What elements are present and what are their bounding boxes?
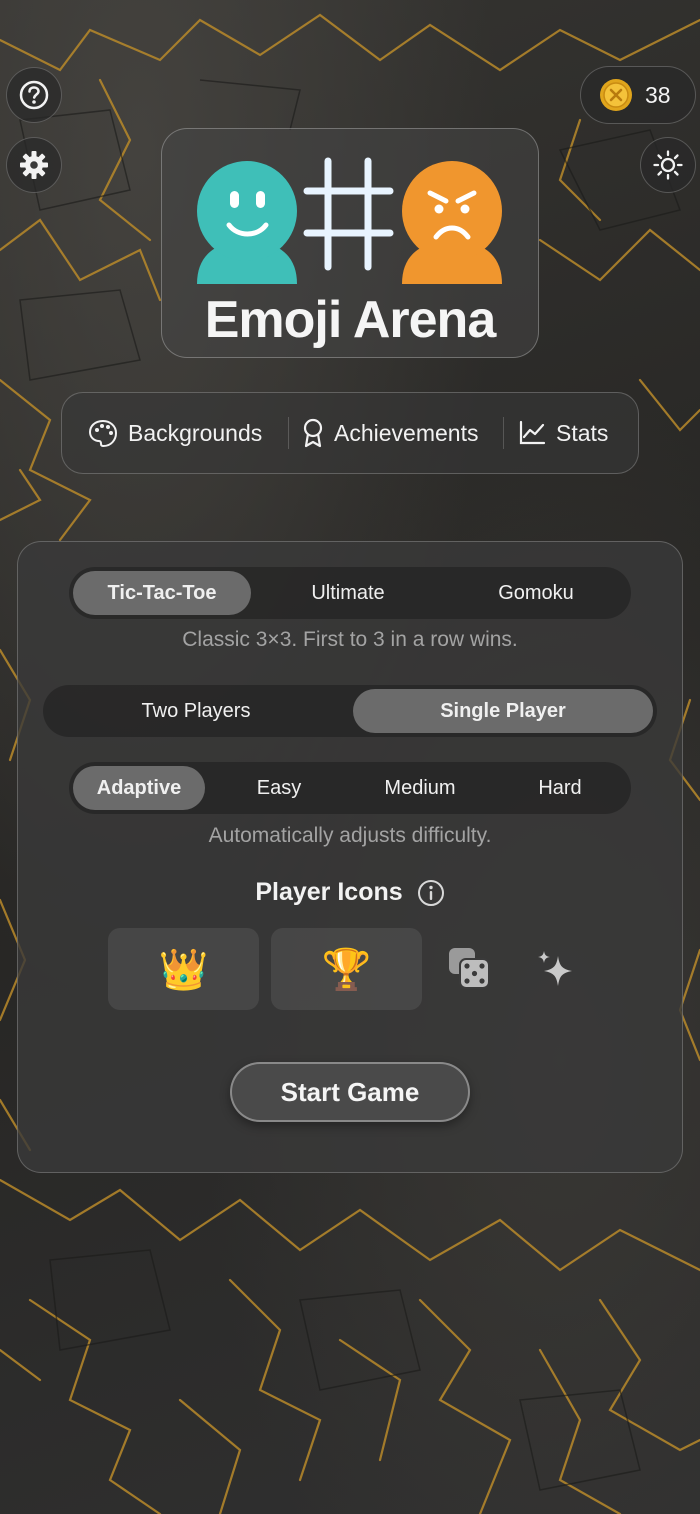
tab-two-players[interactable]: Two Players <box>47 689 345 733</box>
nav-item-achievements-label: Achievements <box>334 419 479 446</box>
nav-divider <box>288 417 289 449</box>
trophy-icon: 🏆 <box>321 947 372 992</box>
logo-graphic <box>197 157 502 284</box>
player-count-selector: Two Players Single Player <box>43 685 657 737</box>
chart-icon <box>519 420 546 445</box>
nav-item-stats[interactable]: Stats <box>518 392 608 474</box>
ribbon-icon <box>303 418 323 448</box>
angry-face-icon <box>402 161 502 284</box>
grid-icon <box>303 157 394 271</box>
tab-hard[interactable]: Hard <box>493 766 627 810</box>
player-icons-header: Player Icons <box>0 878 700 907</box>
nav-item-backgrounds-label: Backgrounds <box>128 419 263 446</box>
random-icons-button[interactable] <box>445 944 493 992</box>
settings-button[interactable] <box>6 137 62 193</box>
sun-icon <box>653 150 683 180</box>
coin-count: 38 <box>645 81 671 108</box>
coin-balance[interactable]: 38 <box>580 66 696 124</box>
player2-icon-slot[interactable]: 🏆 <box>271 928 422 1010</box>
game-mode-selector: Tic-Tac-Toe Ultimate Gomoku <box>69 567 631 619</box>
crown-icon: 👑 <box>158 947 209 992</box>
help-button[interactable] <box>6 67 62 123</box>
tab-medium[interactable]: Medium <box>351 766 489 810</box>
nav-item-stats-label: Stats <box>556 419 609 446</box>
difficulty-selector: Adaptive Easy Medium Hard <box>69 762 631 814</box>
happy-face-icon <box>197 161 297 284</box>
tab-ultimate[interactable]: Ultimate <box>255 571 441 615</box>
info-icon[interactable] <box>417 879 445 907</box>
nav-divider <box>503 417 504 449</box>
help-icon <box>19 80 49 110</box>
coin-icon <box>600 79 632 111</box>
difficulty-description: Automatically adjusts difficulty. <box>208 824 492 847</box>
nav-item-backgrounds[interactable]: Backgrounds <box>88 392 262 474</box>
tab-adaptive[interactable]: Adaptive <box>73 766 205 810</box>
sparkles-icon <box>538 951 572 986</box>
tab-gomoku[interactable]: Gomoku <box>445 571 627 615</box>
player-icons-title: Player Icons <box>255 878 403 906</box>
start-game-button[interactable]: Start Game <box>230 1062 470 1122</box>
nav-item-achievements[interactable]: Achievements <box>302 392 478 474</box>
tab-easy[interactable]: Easy <box>211 766 347 810</box>
dice-icon <box>449 948 490 989</box>
player1-icon-slot[interactable]: 👑 <box>108 928 259 1010</box>
app-title: Emoji Arena <box>204 291 497 349</box>
tab-tic-tac-toe[interactable]: Tic-Tac-Toe <box>73 571 251 615</box>
theme-toggle-button[interactable] <box>640 137 696 193</box>
gear-icon <box>20 151 48 179</box>
sparkles-button[interactable] <box>532 946 580 994</box>
palette-icon <box>88 419 118 447</box>
tab-single-player[interactable]: Single Player <box>353 689 653 733</box>
game-mode-description: Classic 3×3. First to 3 in a row wins. <box>182 628 518 651</box>
